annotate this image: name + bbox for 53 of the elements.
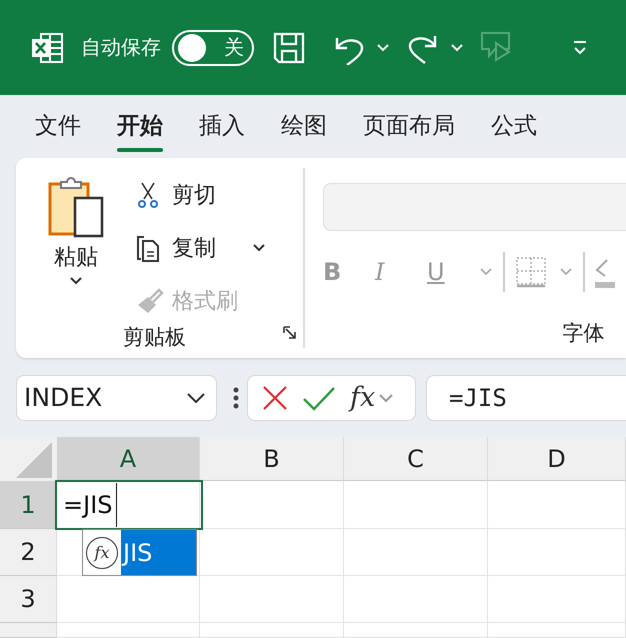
grid-cell[interactable] xyxy=(344,576,488,623)
presentation-icon[interactable] xyxy=(480,30,512,64)
caret-icon[interactable] xyxy=(379,392,394,402)
grid-cell[interactable] xyxy=(200,576,344,623)
function-icon: fx xyxy=(86,536,118,568)
ribbon-tab[interactable]: 开始 xyxy=(104,95,176,155)
paintbrush-icon xyxy=(136,286,164,314)
group-label: 剪贴板 xyxy=(123,324,186,351)
autosave-toggle[interactable]: 关 xyxy=(172,30,254,66)
cell-text: =JIS xyxy=(63,491,112,519)
save-icon[interactable] xyxy=(272,30,306,64)
more-options-icon[interactable] xyxy=(233,386,239,408)
grid-cell[interactable] xyxy=(200,623,344,638)
grid-cell[interactable] xyxy=(200,481,344,529)
ribbon-tab[interactable]: 公式 xyxy=(478,95,550,155)
row-header[interactable]: 1 xyxy=(0,481,57,529)
clipboard-icon xyxy=(48,176,104,238)
name-box[interactable]: INDEX xyxy=(16,374,217,420)
grid-cell[interactable] xyxy=(344,481,488,529)
ribbon-tab[interactable]: 页面布局 xyxy=(350,95,468,155)
paste-button[interactable]: 粘贴 xyxy=(16,168,136,323)
group-label: 字体 xyxy=(562,320,604,347)
ribbon-tab[interactable]: 文件 xyxy=(22,95,94,155)
grid-cell[interactable] xyxy=(344,623,488,638)
row-header[interactable]: 3 xyxy=(0,576,57,623)
grid-cell[interactable] xyxy=(488,623,626,638)
ribbon-tab[interactable]: 插入 xyxy=(186,95,258,155)
row-header[interactable]: 2 xyxy=(0,529,57,576)
checkmark-icon[interactable] xyxy=(302,384,336,410)
caret-icon xyxy=(186,392,206,404)
grid-cell[interactable] xyxy=(488,481,626,529)
caret-icon xyxy=(252,242,266,252)
grid-cell[interactable] xyxy=(200,529,344,576)
close-icon[interactable] xyxy=(262,384,288,410)
grid-cell[interactable] xyxy=(488,576,626,623)
autosave-label: 自动保存 xyxy=(81,34,161,61)
caret-icon xyxy=(69,276,83,286)
ribbon-tab[interactable]: 绘图 xyxy=(268,95,340,155)
cut-button[interactable]: 剪切 xyxy=(136,172,266,217)
copy-button[interactable]: 复制 xyxy=(136,225,266,270)
grid-cell[interactable] xyxy=(57,623,200,638)
row-header[interactable] xyxy=(0,623,57,638)
grid-cell[interactable] xyxy=(488,529,626,576)
formula-field[interactable]: =JIS xyxy=(426,374,626,420)
select-all-corner[interactable] xyxy=(0,437,57,481)
column-header[interactable]: B xyxy=(200,437,344,481)
excel-logo xyxy=(30,30,64,64)
grid-cell[interactable] xyxy=(344,529,488,576)
column-header[interactable]: C xyxy=(344,437,488,481)
insert-function-button[interactable]: fx xyxy=(350,382,376,413)
column-header[interactable]: D xyxy=(488,437,626,481)
column-header[interactable]: A xyxy=(57,437,200,481)
dialog-launcher-icon[interactable] xyxy=(283,326,297,340)
